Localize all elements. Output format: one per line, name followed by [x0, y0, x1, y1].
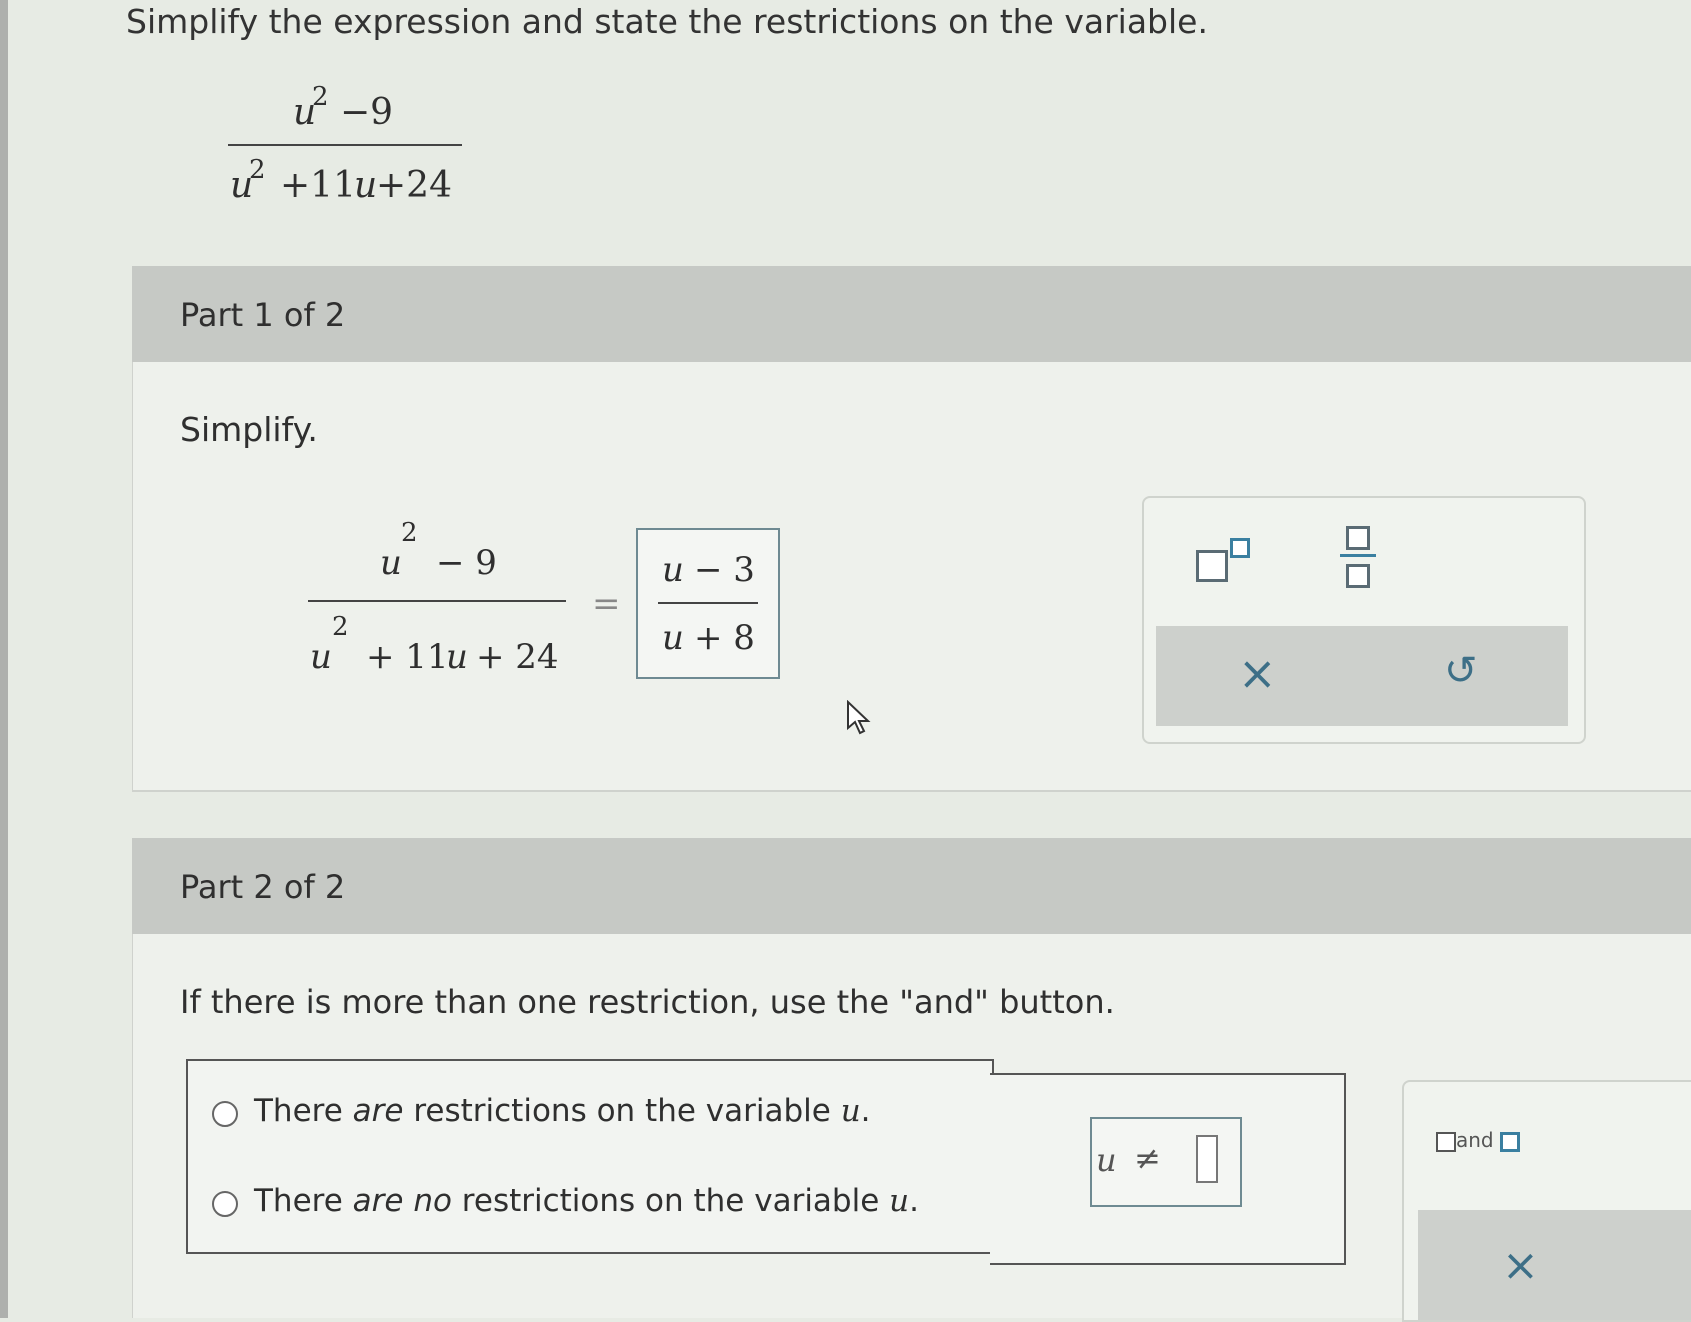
part1-instruction: Simplify.: [180, 410, 318, 449]
choice2-period: .: [909, 1183, 919, 1219]
restriction-choices: There are restrictions on the variable u…: [186, 1059, 994, 1254]
restriction-action-bar: ×: [1418, 1210, 1691, 1320]
denominator-tail: +24: [376, 165, 452, 206]
part2-label: Part 2 of 2: [180, 868, 346, 906]
answer-denominator-variable: u: [662, 618, 684, 658]
choice1-period: .: [860, 1093, 871, 1129]
part2-header: Part 2 of 2: [132, 838, 1691, 934]
restriction-input[interactable]: u ≠: [1090, 1117, 1242, 1207]
choice2-text-post: restrictions on the variable: [451, 1183, 890, 1219]
lhs-numerator-exponent: 2: [401, 518, 418, 548]
answer-numerator-variable: u: [662, 550, 684, 590]
numerator-box-icon: [1346, 526, 1370, 550]
clear-button[interactable]: ×: [1238, 646, 1277, 700]
lhs-denominator-exponent: 2: [332, 612, 349, 642]
denominator-variable-2: u: [354, 165, 378, 206]
not-equal-symbol: ≠: [1134, 1139, 1161, 1177]
fraction-line-icon: [1340, 554, 1376, 557]
part2-instruction: If there is more than one restriction, u…: [180, 983, 1115, 1021]
lhs-denominator-term: + 11: [366, 637, 449, 677]
exponent-tool-button[interactable]: [1196, 532, 1276, 592]
and-right-box-icon: [1500, 1132, 1520, 1152]
numerator-rest: −9: [340, 92, 394, 133]
lhs-denominator-variable: u: [310, 637, 332, 677]
choice2-emphasis: are no: [352, 1183, 452, 1219]
math-tool-palette: × ↺: [1142, 496, 1586, 744]
lhs-fraction-bar: [308, 600, 566, 602]
restriction-variable: u: [1096, 1141, 1117, 1179]
radio-has-restrictions[interactable]: [212, 1101, 238, 1127]
and-left-box-icon: [1436, 1132, 1456, 1152]
problem-prompt: Simplify the expression and state the re…: [126, 2, 1208, 41]
restriction-clear-button[interactable]: ×: [1502, 1240, 1539, 1291]
restriction-tool-palette: and ×: [1402, 1080, 1691, 1322]
answer-numerator-rest: − 3: [694, 550, 755, 590]
lhs-numerator-rest: − 9: [436, 543, 497, 583]
choice-has-restrictions[interactable]: There are restrictions on the variable u…: [212, 1093, 972, 1139]
lhs-denominator-variable-2: u: [446, 637, 468, 677]
fraction-bar: [228, 144, 462, 146]
part1-label: Part 1 of 2: [180, 296, 346, 334]
left-edge: [0, 0, 8, 1318]
part1-header: Part 1 of 2: [132, 266, 1691, 362]
mouse-cursor-icon: [847, 700, 871, 735]
lhs-numerator-variable: u: [380, 543, 402, 583]
tool-action-bar: × ↺: [1156, 626, 1568, 726]
restriction-value-box[interactable]: [1196, 1135, 1218, 1183]
choice-has-restrictions-label: There are restrictions on the variable u…: [254, 1093, 871, 1129]
choice-no-restrictions[interactable]: There are no restrictions on the variabl…: [212, 1183, 972, 1229]
denominator-exponent: 2: [249, 155, 266, 185]
base-box-icon: [1196, 550, 1228, 582]
choice1-variable: u: [840, 1093, 861, 1129]
choice2-variable: u: [889, 1183, 910, 1219]
and-button[interactable]: and: [1436, 1126, 1536, 1158]
radio-no-restrictions[interactable]: [212, 1191, 238, 1217]
choice-no-restrictions-label: There are no restrictions on the variabl…: [254, 1183, 919, 1219]
choice2-text-pre: There: [254, 1183, 353, 1219]
choice1-text-pre: There: [254, 1093, 353, 1129]
choice1-text-post: restrictions on the variable: [403, 1093, 841, 1129]
and-button-label: and: [1456, 1128, 1494, 1152]
answer-fraction-bar: [658, 602, 758, 604]
denominator-box-icon: [1346, 564, 1370, 588]
lhs-denominator-tail: + 24: [476, 637, 559, 677]
undo-button[interactable]: ↺: [1444, 648, 1478, 694]
answer-input[interactable]: u − 3 u + 8: [636, 528, 780, 679]
exponent-box-icon: [1230, 538, 1250, 558]
equals-sign: =: [592, 584, 621, 624]
denominator-term: +11: [280, 165, 356, 206]
choice1-emphasis: are: [352, 1093, 404, 1129]
numerator-exponent: 2: [312, 82, 329, 112]
answer-denominator-rest: + 8: [694, 618, 755, 658]
fraction-tool-button[interactable]: [1340, 526, 1380, 592]
